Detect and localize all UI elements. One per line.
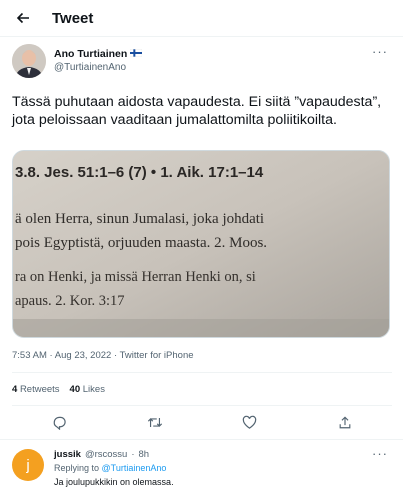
photo-text-line: pois Egyptistä, orjuuden maasta. 2. Moos… bbox=[15, 235, 267, 251]
divider bbox=[12, 372, 392, 373]
reply-author-handle[interactable]: @rscossu bbox=[85, 449, 127, 460]
photo-text-line: apaus. 2. Kor. 3:17 bbox=[15, 293, 125, 309]
photo-text-line: 3.8. Jes. 51:1–6 (7) • 1. Aik. 17:1–14 bbox=[15, 164, 264, 181]
tweet-text: Tässä puhutaan aidosta vapaudesta. Ei si… bbox=[12, 94, 382, 128]
page-title: Tweet bbox=[52, 10, 94, 27]
avatar[interactable]: j bbox=[12, 449, 44, 481]
retweet-icon[interactable] bbox=[146, 413, 164, 431]
reply-text: Ja joulupukkikin on olemassa. bbox=[54, 477, 174, 487]
tweet-time[interactable]: 7:53 AM bbox=[12, 350, 47, 361]
divider bbox=[0, 439, 403, 440]
tweet-timestamp: 7:53 AM · Aug 23, 2022 · Twitter for iPh… bbox=[12, 350, 194, 361]
mention-link[interactable]: @TurtiainenAno bbox=[102, 463, 167, 473]
back-arrow-icon[interactable] bbox=[13, 8, 33, 28]
photo-text-line: ä olen Herra, sinun Jumalasi, joka johda… bbox=[15, 211, 264, 227]
reply-author-name[interactable]: jussik bbox=[54, 449, 81, 460]
replying-to: Replying to @TurtiainenAno bbox=[54, 463, 167, 473]
retweets-stat[interactable]: 4 Retweets bbox=[12, 384, 60, 395]
more-options-icon[interactable]: ··· bbox=[372, 44, 388, 59]
share-icon[interactable] bbox=[336, 413, 354, 431]
top-bar: Tweet bbox=[0, 0, 403, 37]
reply-age[interactable]: 8h bbox=[138, 449, 149, 460]
likes-stat[interactable]: 40 Likes bbox=[70, 384, 105, 395]
tweet-photo[interactable]: 3.8. Jes. 51:1–6 (7) • 1. Aik. 17:1–14 ä… bbox=[12, 150, 390, 338]
more-options-icon[interactable]: ··· bbox=[372, 446, 388, 461]
tweet-stats: 4 Retweets 40 Likes bbox=[12, 384, 105, 395]
reply-tweet[interactable]: j jussik @rscossu · 8h Replying to @Turt… bbox=[12, 446, 392, 503]
tweet-source[interactable]: Twitter for iPhone bbox=[120, 350, 194, 361]
divider bbox=[12, 405, 392, 406]
tweet-date[interactable]: Aug 23, 2022 bbox=[55, 350, 112, 361]
like-icon[interactable] bbox=[241, 413, 259, 431]
author-name[interactable]: Ano Turtiainen bbox=[54, 48, 143, 60]
reply-header: jussik @rscossu · 8h bbox=[54, 449, 150, 460]
avatar[interactable] bbox=[12, 44, 46, 78]
reply-icon[interactable] bbox=[51, 413, 69, 431]
photo-text-line: ra on Henki, ja missä Herran Henki on, s… bbox=[15, 269, 256, 285]
finland-flag-icon bbox=[130, 48, 143, 60]
author-handle[interactable]: @TurtiainenAno bbox=[54, 62, 126, 73]
tweet-author: Ano Turtiainen @TurtiainenAno ··· bbox=[12, 44, 392, 84]
tweet-actions bbox=[12, 409, 392, 435]
